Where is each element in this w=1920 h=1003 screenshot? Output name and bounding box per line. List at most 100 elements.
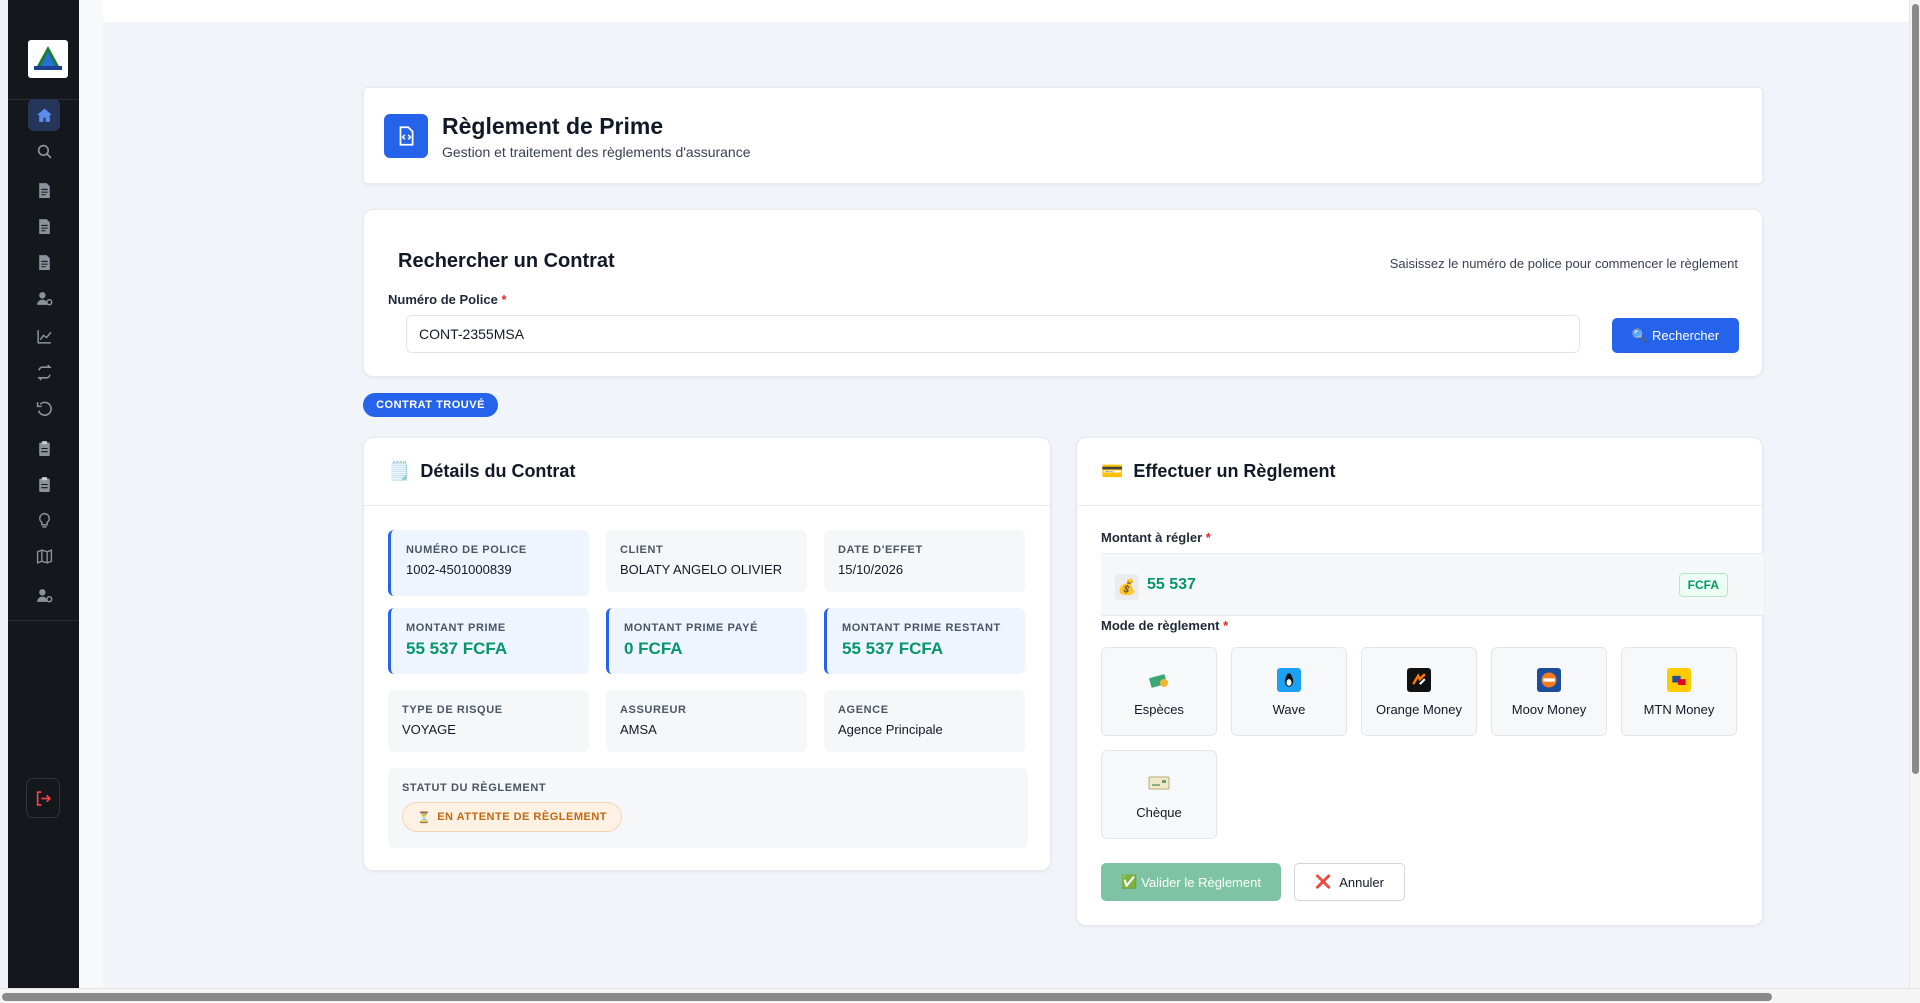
search-icon [37, 144, 51, 158]
nav-users-settings[interactable] [28, 282, 60, 314]
agency-label: Agence [838, 704, 889, 716]
nav-document-1[interactable] [28, 174, 60, 206]
effective-date-value: 15/10/2026 [838, 562, 904, 577]
payment-mode-name: Chèque [1136, 805, 1182, 820]
status-badge: ⏳ EN ATTENTE DE RÈGLEMENT [402, 802, 622, 832]
nav-transfers[interactable] [28, 356, 60, 388]
sidebar [8, 0, 79, 988]
magnifier-icon: 🔍 [1631, 327, 1648, 343]
premium-paid-box: Montant prime payé 0 FCFA [606, 608, 807, 674]
policy-number-input[interactable] [406, 315, 1580, 353]
client-label: Client [620, 544, 664, 556]
home-icon [36, 108, 52, 122]
repeat-icon [36, 363, 52, 381]
clipboard-icon [38, 440, 50, 456]
currency-badge: FCFA [1678, 573, 1728, 597]
nav-map[interactable] [28, 540, 60, 572]
credit-card-icon: 💳 [1101, 461, 1124, 481]
vertical-scrollbar[interactable] [1909, 0, 1920, 988]
policy-number-box: Numéro de police 1002-4501000839 [388, 530, 589, 596]
policy-number-label-text: Numéro de Police [388, 292, 498, 307]
validate-button-label: Valider le Règlement [1141, 874, 1261, 890]
page-header-card: Règlement de Prime Gestion et traitement… [363, 87, 1763, 184]
premium-amount-label: Montant prime [406, 622, 506, 634]
search-hint: Saisissez le numéro de police pour comme… [1389, 256, 1738, 271]
payment-mode-name: Moov Money [1511, 702, 1587, 717]
validate-payment-button[interactable]: ✅ Valider le Règlement [1101, 863, 1281, 901]
agency-value: Agence Principale [838, 722, 943, 737]
effective-date-label: Date d'effet [838, 544, 923, 556]
nav-document-2[interactable] [28, 210, 60, 242]
nav-clipboard-2[interactable] [28, 468, 60, 500]
premium-amount-box: Montant prime 55 537 FCFA [388, 608, 589, 674]
nav-profile-settings[interactable] [28, 579, 60, 611]
nav-clipboard-1[interactable] [28, 432, 60, 464]
sidebar-divider [8, 620, 79, 621]
cheque-icon [1147, 771, 1171, 795]
required-mark: * [501, 292, 507, 307]
logout-button[interactable] [26, 778, 60, 818]
payment-title: Effectuer un Règlement [1133, 461, 1336, 481]
payment-card: 💳 Effectuer un Règlement Montant à régle… [1076, 437, 1764, 926]
search-contract-card: Rechercher un Contrat Saisissez le numér… [363, 209, 1763, 377]
cancel-button[interactable]: ❌ Annuler [1294, 863, 1405, 901]
nav-search[interactable] [28, 135, 60, 167]
check-icon: ✅ [1121, 874, 1138, 889]
clipboard-icon [38, 476, 50, 492]
vertical-scroll-thumb[interactable] [1912, 4, 1919, 774]
user-gear-icon [36, 291, 52, 305]
payment-mode-label: Mode de règlement * [1101, 618, 1228, 633]
hourglass-icon: ⏳ [417, 811, 432, 824]
payment-mode-orange-money[interactable]: Orange Money [1361, 647, 1477, 736]
chart-line-icon [36, 329, 51, 344]
payment-mode-cheque[interactable]: Chèque [1101, 750, 1217, 839]
payment-mode-moov-money[interactable]: Moov Money [1491, 647, 1607, 736]
premium-remaining-label: Montant prime restant [842, 622, 1001, 634]
amount-field[interactable]: 💰 55 537 FCFA [1101, 553, 1764, 616]
payment-status-label: Statut du règlement [402, 782, 547, 794]
content-gutter [79, 0, 103, 988]
code-file-icon [384, 114, 428, 158]
risk-type-label: Type de risque [402, 704, 503, 716]
nav-ideas[interactable] [28, 504, 60, 536]
document-icon [38, 218, 50, 234]
horizontal-scrollbar[interactable] [0, 988, 1920, 1003]
cancel-button-label: Annuler [1339, 874, 1384, 890]
lightbulb-icon [38, 512, 50, 528]
status-badge-text: EN ATTENTE DE RÈGLEMENT [437, 811, 607, 823]
insurer-box: Assureur AMSA [606, 690, 807, 752]
premium-amount-value: 55 537 FCFA [406, 639, 508, 658]
required-mark: * [1205, 530, 1211, 545]
risk-type-value: VOYAGE [402, 722, 456, 737]
policy-number-label: Numéro de Police * [388, 292, 507, 307]
payment-mode-wave[interactable]: Wave [1231, 647, 1347, 736]
search-title: Rechercher un Contrat [398, 250, 615, 272]
search-button[interactable]: 🔍 Rechercher [1612, 318, 1739, 353]
amount-label: Montant à régler * [1101, 530, 1211, 545]
horizontal-scroll-thumb[interactable] [2, 993, 1772, 1001]
insurer-label: Assureur [620, 704, 687, 716]
required-mark: * [1223, 618, 1229, 633]
client-box: Client BOLATY ANGELO OLIVIER [606, 530, 807, 592]
agency-box: Agence Agence Principale [824, 690, 1025, 752]
nav-home[interactable] [28, 99, 60, 131]
app-logo[interactable] [28, 40, 68, 78]
payment-mode-cash[interactable]: Espèces [1101, 647, 1217, 736]
document-icon [38, 254, 50, 270]
premium-paid-value: 0 FCFA [624, 639, 683, 658]
page-subtitle: Gestion et traitement des règlements d'a… [442, 144, 751, 160]
cross-icon: ❌ [1315, 874, 1332, 889]
payment-mode-name: MTN Money [1643, 702, 1715, 717]
payment-mode-mtn-money[interactable]: MTN Money [1621, 647, 1737, 736]
premium-paid-label: Montant prime payé [624, 622, 759, 634]
nav-stats[interactable] [28, 320, 60, 352]
nav-document-3[interactable] [28, 246, 60, 278]
search-button-label: Rechercher [1651, 328, 1720, 343]
payment-status-box: Statut du règlement ⏳ EN ATTENTE DE RÈGL… [388, 768, 1028, 848]
payment-mode-label-text: Mode de règlement [1101, 618, 1220, 633]
undo-icon [36, 401, 52, 416]
risk-type-box: Type de risque VOYAGE [388, 690, 589, 752]
insurer-value: AMSA [620, 722, 657, 737]
nav-history[interactable] [28, 392, 60, 424]
map-icon [36, 548, 52, 564]
